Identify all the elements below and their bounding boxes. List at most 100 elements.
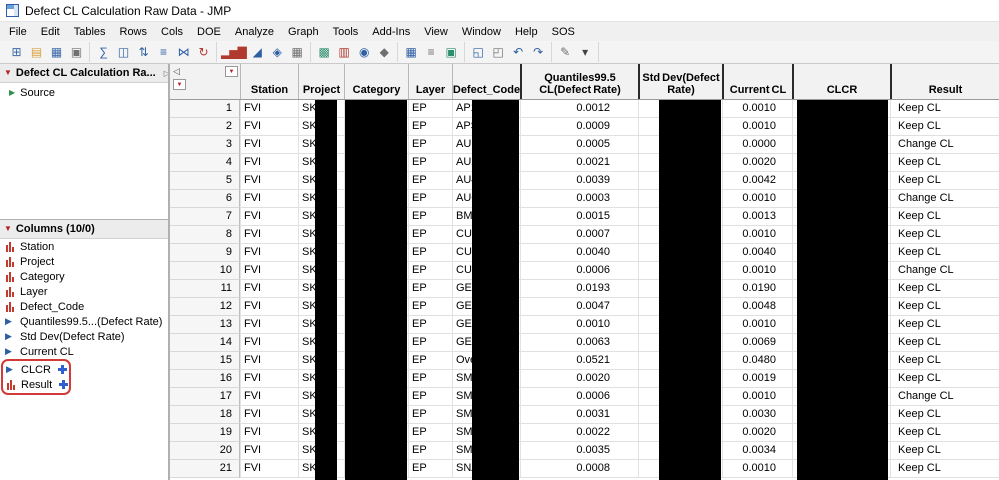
list-view-icon[interactable]: ≡: [421, 43, 441, 61]
column-item-current-cl[interactable]: ▶ Current CL: [0, 344, 168, 359]
scatterplot-icon[interactable]: ◆: [374, 43, 394, 61]
cell-quantiles-cl[interactable]: 0.0006: [520, 388, 638, 406]
cell-current-cl[interactable]: 0.0040: [722, 244, 792, 262]
cell-result[interactable]: Keep CL: [890, 352, 999, 370]
column-item-defect-code[interactable]: Defect_Code: [0, 299, 168, 314]
cell-current-cl[interactable]: 0.0042: [722, 172, 792, 190]
cell-quantiles-cl[interactable]: 0.0010: [520, 316, 638, 334]
cell-current-cl[interactable]: 0.0019: [722, 370, 792, 388]
collapse-panel-icon[interactable]: ◁: [173, 65, 180, 77]
tabulate-icon[interactable]: ▦: [287, 43, 307, 61]
row-number[interactable]: 4: [170, 154, 240, 172]
save-icon[interactable]: ▦: [46, 43, 66, 61]
grid-view-icon[interactable]: ▦: [401, 43, 421, 61]
copy-icon[interactable]: ◱: [468, 43, 488, 61]
cell-layer[interactable]: EP: [408, 298, 452, 316]
cell-station[interactable]: FVI: [240, 460, 298, 478]
row-number[interactable]: 5: [170, 172, 240, 190]
cell-layer[interactable]: EP: [408, 388, 452, 406]
column-header-quantiles-cl[interactable]: Quantiles99.5 CL(Defect Rate): [520, 64, 638, 99]
column-item-project[interactable]: Project: [0, 254, 168, 269]
row-number[interactable]: 15: [170, 352, 240, 370]
cell-layer[interactable]: EP: [408, 190, 452, 208]
cell-quantiles-cl[interactable]: 0.0047: [520, 298, 638, 316]
cell-result[interactable]: Change CL: [890, 388, 999, 406]
cell-station[interactable]: FVI: [240, 226, 298, 244]
cell-result[interactable]: Keep CL: [890, 370, 999, 388]
cell-quantiles-cl[interactable]: 0.0521: [520, 352, 638, 370]
update-icon[interactable]: ↻: [193, 43, 213, 61]
cell-station[interactable]: FVI: [240, 154, 298, 172]
cell-layer[interactable]: EP: [408, 154, 452, 172]
dropdown-caret-icon[interactable]: ▾: [575, 43, 595, 61]
cell-station[interactable]: FVI: [240, 388, 298, 406]
cell-quantiles-cl[interactable]: 0.0031: [520, 406, 638, 424]
row-number[interactable]: 13: [170, 316, 240, 334]
cell-layer[interactable]: EP: [408, 460, 452, 478]
row-number[interactable]: 12: [170, 298, 240, 316]
row-number[interactable]: 10: [170, 262, 240, 280]
cell-layer[interactable]: EP: [408, 226, 452, 244]
cell-result[interactable]: Keep CL: [890, 100, 999, 118]
print-icon[interactable]: ▣: [66, 43, 86, 61]
row-number[interactable]: 1: [170, 100, 240, 118]
row-number[interactable]: 6: [170, 190, 240, 208]
row-number[interactable]: 16: [170, 370, 240, 388]
cell-current-cl[interactable]: 0.0048: [722, 298, 792, 316]
row-number[interactable]: 21: [170, 460, 240, 478]
graph-builder-icon[interactable]: ▩: [314, 43, 334, 61]
cell-quantiles-cl[interactable]: 0.0015: [520, 208, 638, 226]
cell-quantiles-cl[interactable]: 0.0039: [520, 172, 638, 190]
cell-quantiles-cl[interactable]: 0.0007: [520, 226, 638, 244]
row-number[interactable]: 7: [170, 208, 240, 226]
fit-model-icon[interactable]: ◈: [267, 43, 287, 61]
menu-item-graph[interactable]: Graph: [281, 24, 326, 40]
cell-current-cl[interactable]: 0.0010: [722, 226, 792, 244]
cell-station[interactable]: FVI: [240, 352, 298, 370]
cell-quantiles-cl[interactable]: 0.0193: [520, 280, 638, 298]
menu-item-sos[interactable]: SOS: [545, 24, 582, 40]
cell-current-cl[interactable]: 0.0000: [722, 136, 792, 154]
cell-result[interactable]: Keep CL: [890, 424, 999, 442]
cell-layer[interactable]: EP: [408, 370, 452, 388]
cell-layer[interactable]: EP: [408, 136, 452, 154]
menu-item-rows[interactable]: Rows: [113, 24, 155, 40]
red-triangle-menu-icon[interactable]: ▼: [4, 225, 12, 233]
new-data-table-icon[interactable]: ⊞: [6, 43, 26, 61]
columns-menu-icon[interactable]: ▼: [225, 66, 238, 77]
cell-quantiles-cl[interactable]: 0.0040: [520, 244, 638, 262]
cell-station[interactable]: FVI: [240, 442, 298, 460]
menu-item-cols[interactable]: Cols: [154, 24, 190, 40]
column-header-category[interactable]: Category: [344, 64, 408, 99]
cell-station[interactable]: FVI: [240, 424, 298, 442]
cell-layer[interactable]: EP: [408, 316, 452, 334]
undo-icon[interactable]: ↶: [508, 43, 528, 61]
cell-layer[interactable]: EP: [408, 100, 452, 118]
row-number[interactable]: 19: [170, 424, 240, 442]
overlay-plot-icon[interactable]: ◉: [354, 43, 374, 61]
column-item-station[interactable]: Station: [0, 239, 168, 254]
column-header-std-dev[interactable]: Std Dev(Defect Rate): [638, 64, 722, 99]
cell-layer[interactable]: EP: [408, 118, 452, 136]
menu-item-doe[interactable]: DOE: [190, 24, 228, 40]
paste-icon[interactable]: ◰: [488, 43, 508, 61]
menu-item-tables[interactable]: Tables: [67, 24, 113, 40]
column-item-quantiles99-5-defect-rate[interactable]: ▶ Quantiles99.5...(Defect Rate): [0, 314, 168, 329]
cell-current-cl[interactable]: 0.0020: [722, 424, 792, 442]
cell-quantiles-cl[interactable]: 0.0035: [520, 442, 638, 460]
row-number[interactable]: 17: [170, 388, 240, 406]
cell-station[interactable]: FVI: [240, 172, 298, 190]
column-header-result[interactable]: Result: [890, 64, 999, 99]
column-header-station[interactable]: Station: [240, 64, 298, 99]
cell-quantiles-cl[interactable]: 0.0020: [520, 370, 638, 388]
column-item-clcr[interactable]: ▶ CLCR: [3, 362, 69, 377]
cell-layer[interactable]: EP: [408, 208, 452, 226]
cell-current-cl[interactable]: 0.0010: [722, 190, 792, 208]
cell-current-cl[interactable]: 0.0030: [722, 406, 792, 424]
row-number[interactable]: 20: [170, 442, 240, 460]
annotate-icon[interactable]: ✎: [555, 43, 575, 61]
cell-layer[interactable]: EP: [408, 406, 452, 424]
cell-result[interactable]: Keep CL: [890, 208, 999, 226]
cell-layer[interactable]: EP: [408, 280, 452, 298]
sort-icon[interactable]: ⇅: [133, 43, 153, 61]
